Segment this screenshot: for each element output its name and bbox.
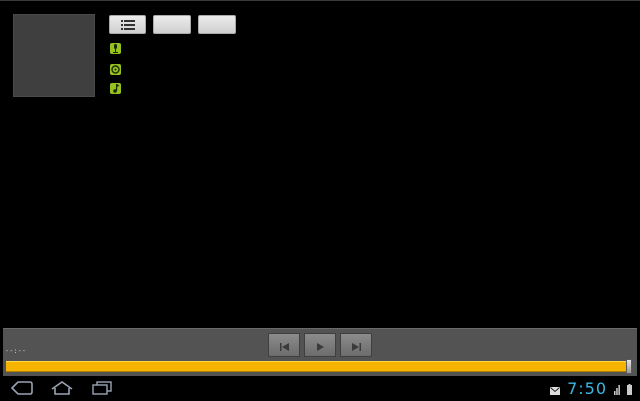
microphone-icon	[110, 43, 121, 54]
next-button[interactable]	[340, 333, 372, 357]
clock: 7:50	[567, 379, 607, 398]
seek-bar[interactable]	[6, 361, 632, 372]
playlist-icon	[120, 15, 135, 34]
previous-track-icon	[279, 336, 289, 355]
playlist-button[interactable]	[109, 15, 146, 34]
system-nav-bar: 7:50	[0, 376, 640, 401]
signal-icon	[614, 380, 620, 399]
back-icon	[9, 380, 33, 399]
status-area[interactable]: 7:50	[550, 379, 632, 399]
previous-button[interactable]	[268, 333, 300, 357]
shuffle-button[interactable]	[153, 15, 191, 34]
next-track-icon	[351, 336, 361, 355]
mail-icon	[550, 380, 561, 399]
home-icon	[50, 380, 74, 399]
recent-apps-icon	[91, 380, 113, 399]
repeat-button[interactable]	[198, 15, 236, 34]
back-button[interactable]	[8, 379, 34, 399]
play-icon	[316, 336, 324, 355]
home-button[interactable]	[49, 379, 75, 399]
disc-icon	[110, 64, 121, 75]
recent-apps-button[interactable]	[89, 379, 115, 399]
playback-controls: --:--	[3, 328, 637, 376]
music-note-icon	[110, 83, 121, 94]
play-button[interactable]	[304, 333, 336, 357]
battery-icon	[627, 380, 632, 399]
seek-thumb[interactable]	[626, 359, 632, 374]
top-divider	[0, 0, 640, 1]
elapsed-time: --:--	[5, 347, 27, 355]
album-art	[13, 14, 95, 97]
